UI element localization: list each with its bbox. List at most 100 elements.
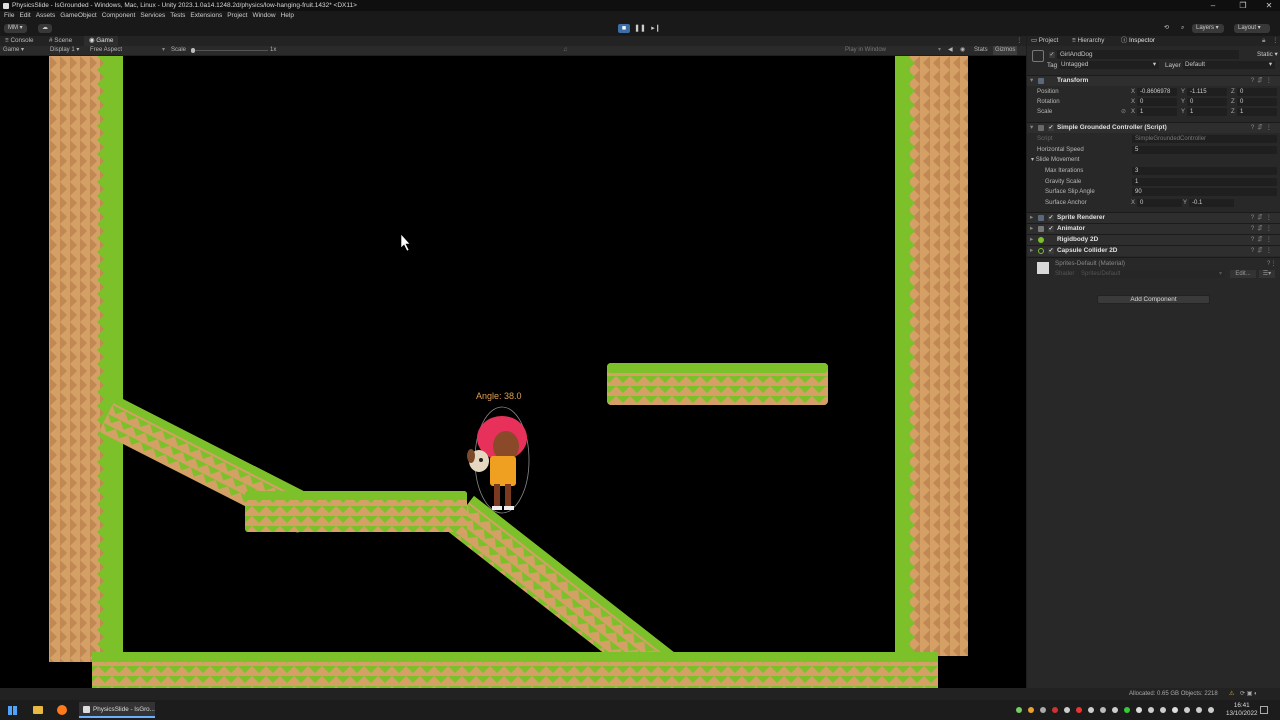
menu-edit[interactable]: Edit (19, 11, 30, 21)
position-y[interactable]: -1.115 (1187, 88, 1227, 96)
menu-extensions[interactable]: Extensions (190, 11, 222, 21)
wifi-icon[interactable] (1196, 707, 1202, 713)
audio-icon[interactable]: ♫ (563, 46, 568, 55)
game-mode-dropdown[interactable]: Game ▾ (3, 46, 24, 55)
animator-header[interactable]: ▸ ✓ Animator ?⇵⋮ (1027, 223, 1280, 234)
sprite-renderer-checkbox[interactable]: ✓ (1048, 215, 1054, 221)
menu-project[interactable]: Project (227, 11, 247, 21)
maximize-button[interactable]: ❐ (1232, 0, 1254, 11)
scale-y[interactable]: 1 (1187, 108, 1227, 116)
gravity-scale-field[interactable]: 1 (1132, 178, 1277, 186)
controller-enabled-checkbox[interactable]: ✓ (1048, 125, 1054, 131)
rigidbody-header[interactable]: ▸ Rigidbody 2D ?⇵⋮ (1027, 234, 1280, 245)
scale-x[interactable]: 1 (1137, 108, 1177, 116)
menu-component[interactable]: Component (102, 11, 136, 21)
search-icon[interactable]: ⌕ (1177, 24, 1188, 33)
menu-assets[interactable]: Assets (36, 11, 56, 21)
warning-icon[interactable]: ⚠ (1229, 688, 1234, 700)
lock-icon[interactable]: 🔒︎ (1262, 36, 1265, 46)
tab-project[interactable]: ▭ Project (1031, 36, 1058, 46)
tray-icon-9[interactable] (1112, 707, 1118, 713)
menu-help[interactable]: Help (281, 11, 294, 21)
position-x[interactable]: -0.8606978 (1137, 88, 1177, 96)
shader-dropdown[interactable]: Sprites/Default ▾ (1079, 270, 1225, 278)
tray-icon-12[interactable] (1148, 707, 1154, 713)
sprite-renderer-header[interactable]: ▸ ✓ Sprite Renderer ?⇵⋮ (1027, 212, 1280, 223)
tab-game[interactable]: ◉ Game (84, 36, 119, 46)
surface-anchor-y[interactable]: -0.1 (1189, 199, 1234, 207)
shader-options-icon[interactable]: ☰▾ (1259, 270, 1275, 278)
rotation-z[interactable]: 0 (1237, 98, 1277, 106)
tray-icon-7[interactable] (1088, 707, 1094, 713)
cloud-icon[interactable]: ☁ (38, 24, 52, 33)
max-iterations-field[interactable]: 3 (1132, 167, 1277, 175)
layout-dropdown[interactable]: Layout ▾ (1234, 24, 1270, 33)
game-view[interactable]: Angle: 38.0 (0, 56, 1026, 688)
layer-dropdown[interactable]: Default ▾ (1183, 61, 1275, 69)
inspector-menu-icon[interactable]: ⋮ (1272, 36, 1278, 46)
play-in-window[interactable]: Play in Window (845, 46, 886, 55)
tray-icon-5[interactable] (1064, 707, 1070, 713)
tray-icon-11[interactable] (1136, 707, 1142, 713)
tag-dropdown[interactable]: Untagged ▾ (1059, 61, 1159, 69)
tray-icon-10[interactable] (1124, 707, 1130, 713)
minimize-button[interactable]: – (1202, 0, 1224, 11)
tray-icon-1[interactable] (1016, 707, 1022, 713)
tray-icon-2[interactable] (1028, 707, 1034, 713)
menu-tests[interactable]: Tests (170, 11, 185, 21)
aspect-chevron-icon[interactable]: ▾ (162, 46, 165, 55)
transform-header[interactable]: ▾ Transform ?⇵⋮ (1027, 75, 1280, 86)
aspect-dropdown[interactable]: Free Aspect (90, 46, 122, 55)
file-explorer-icon[interactable] (33, 706, 43, 714)
menu-gameobject[interactable]: GameObject (60, 11, 97, 21)
tray-icon-3[interactable] (1040, 707, 1046, 713)
component-tools-icon[interactable]: ?⇵⋮ (1251, 76, 1275, 86)
tab-console[interactable]: ≡ Console (0, 36, 39, 46)
component-tools-icon[interactable]: ?⇵⋮ (1251, 224, 1275, 234)
firefox-icon[interactable] (57, 705, 67, 715)
account-button[interactable]: MM ▾ (4, 24, 27, 33)
girl-and-dog-sprite[interactable] (467, 416, 527, 510)
status-icons[interactable]: ⟳ ▣ ◐ (1240, 688, 1258, 700)
taskbar-unity-app[interactable]: PhysicsSlide - IsGro... (79, 702, 155, 718)
object-name-field[interactable]: GirlAndDog (1057, 50, 1239, 59)
tab-hierarchy[interactable]: ≡ Hierarchy (1072, 36, 1104, 46)
volume-icon[interactable] (1208, 707, 1214, 713)
component-tools-icon[interactable]: ?⇵⋮ (1251, 246, 1275, 256)
tab-scene[interactable]: # Scene (44, 36, 77, 46)
rotation-y[interactable]: 0 (1187, 98, 1227, 106)
scale-z[interactable]: 1 (1237, 108, 1277, 116)
tray-icon-15[interactable] (1184, 707, 1190, 713)
surface-anchor-x[interactable]: 0 (1137, 199, 1182, 207)
clock[interactable]: 16:41 13/10/2022 (1226, 702, 1258, 718)
menu-file[interactable]: File (4, 11, 14, 21)
capsule-collider-header[interactable]: ▸ ✓ Capsule Collider 2D ?⇵⋮ (1027, 245, 1280, 256)
capsule-collider-checkbox[interactable]: ✓ (1048, 248, 1054, 254)
display-dropdown[interactable]: Display 1 ▾ (50, 46, 79, 55)
notification-icon[interactable] (1260, 706, 1268, 714)
menu-window[interactable]: Window (252, 11, 275, 21)
active-checkbox[interactable]: ✓ (1049, 52, 1055, 58)
gizmo-eye-icon[interactable]: ◉ (960, 46, 965, 55)
pause-icon[interactable]: ❚❚ (634, 24, 646, 33)
layers-dropdown[interactable]: Layers ▾ (1192, 24, 1224, 33)
scale-slider-handle[interactable] (191, 48, 195, 53)
tray-icon-14[interactable] (1172, 707, 1178, 713)
start-icon[interactable] (8, 706, 17, 715)
surface-slip-field[interactable]: 90 (1132, 188, 1277, 196)
tray-icon-6[interactable] (1076, 707, 1082, 713)
material-help-icon[interactable]: ?⋮ (1267, 260, 1276, 267)
tray-icon-8[interactable] (1100, 707, 1106, 713)
horizontal-speed-field[interactable]: 5 (1132, 146, 1277, 154)
slide-movement-foldout[interactable]: ▾ Slide Movement (1027, 155, 1280, 166)
link-icon[interactable]: ⊘ (1121, 107, 1126, 118)
add-component-button[interactable]: Add Component (1097, 295, 1210, 304)
mute-icon[interactable]: ◀ (948, 46, 953, 55)
static-toggle[interactable]: Static ▾ (1257, 50, 1278, 59)
stats-button[interactable]: Stats (974, 46, 988, 55)
play-icon[interactable]: ■ (618, 24, 630, 33)
material-swatch[interactable] (1037, 262, 1049, 274)
more-icon[interactable]: ⋮ (1016, 36, 1022, 46)
close-button[interactable]: ✕ (1258, 0, 1280, 11)
tray-icon-4[interactable] (1052, 707, 1058, 713)
